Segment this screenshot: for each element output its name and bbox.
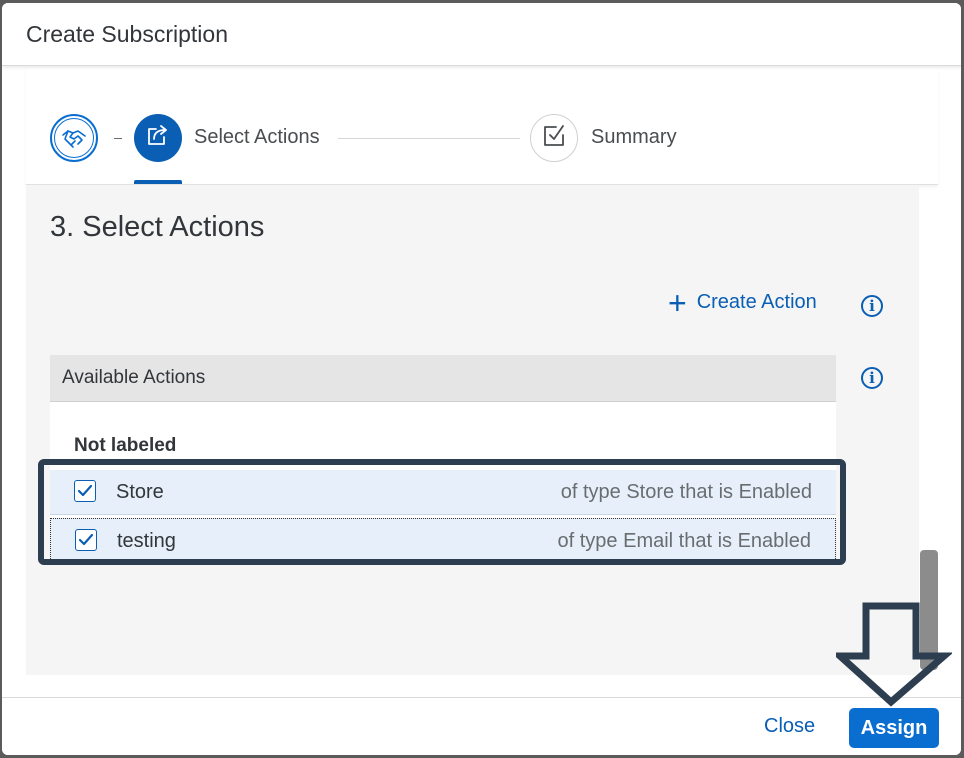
dialog-footer: Close Assign [2, 697, 961, 755]
checkmark-icon [77, 484, 93, 497]
wizard-progress: Select Actions Summary [26, 69, 938, 185]
group-label: Not labeled [74, 435, 177, 456]
wizard-step-3[interactable] [530, 114, 578, 162]
dialog-header: Create Subscription [2, 3, 961, 66]
action-name: testing [117, 530, 176, 552]
wizard-step-1[interactable] [50, 114, 98, 162]
action-description: of type Store that is Enabled [560, 481, 812, 503]
create-action-label: Create Action [696, 291, 817, 313]
checkbox-icon [542, 124, 566, 153]
share-icon [146, 124, 170, 153]
available-actions-list: Not labeled Store of type Store that is … [50, 402, 836, 565]
available-actions-header: Available Actions [50, 355, 836, 402]
list-item[interactable]: testing of type Email that is Enabled [50, 518, 836, 563]
dialog-title: Create Subscription [26, 21, 228, 47]
list-item[interactable]: Store of type Store that is Enabled [50, 470, 836, 515]
create-subscription-dialog: Create Subscription Select Actions Summa… [2, 3, 961, 755]
step-separator [114, 138, 122, 139]
wizard-step-2[interactable] [134, 114, 182, 162]
checkmark-icon [78, 533, 94, 546]
content-area: 3. Select Actions + Create Action i Avai… [26, 185, 919, 675]
active-step-indicator [134, 180, 182, 184]
section-title: 3. Select Actions [50, 211, 265, 243]
action-name: Store [116, 481, 164, 503]
checkbox-checked[interactable] [74, 480, 96, 502]
panel-title: Available Actions [62, 367, 206, 388]
create-action-button[interactable]: + Create Action [668, 284, 817, 321]
checkbox-checked[interactable] [75, 529, 97, 551]
info-icon[interactable]: i [861, 295, 883, 317]
step-connector-line [338, 138, 520, 139]
handshake-icon [54, 118, 94, 158]
action-description: of type Email that is Enabled [557, 530, 811, 552]
info-icon[interactable]: i [861, 367, 883, 389]
step-label-select-actions[interactable]: Select Actions [194, 126, 320, 149]
close-button[interactable]: Close [764, 715, 815, 738]
scrollbar-thumb[interactable] [920, 550, 938, 670]
assign-button[interactable]: Assign [849, 708, 939, 748]
step-label-summary[interactable]: Summary [591, 126, 677, 149]
plus-icon: + [668, 284, 687, 321]
